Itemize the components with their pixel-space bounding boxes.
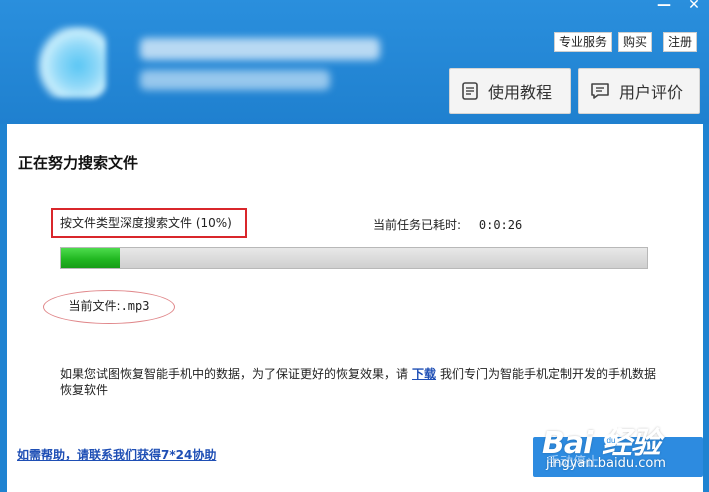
comment-icon <box>591 83 609 99</box>
download-link[interactable]: 下载 <box>412 367 436 381</box>
close-button[interactable]: ✕ <box>680 0 708 14</box>
page-title: 正在努力搜索文件 <box>18 154 139 172</box>
main-panel: 正在努力搜索文件 按文件类型深度搜索文件 (10%) 当前任务已耗时: 0:0:… <box>7 124 703 492</box>
elapsed-label: 当前任务已耗时: <box>373 218 462 232</box>
minimize-button[interactable]: — <box>650 0 678 14</box>
app-title-blurred <box>140 38 380 60</box>
tutorial-button-label: 使用教程 <box>488 83 553 102</box>
task-status: 按文件类型深度搜索文件 (10%) <box>51 208 247 238</box>
elapsed-time: 当前任务已耗时: 0:0:26 <box>373 216 522 233</box>
elapsed-value: 0:0:26 <box>478 218 523 232</box>
progress-fill <box>61 248 120 268</box>
notice-text: 如果您试图恢复智能手机中的数据，为了保证更好的恢复效果，请 下载 我们专门为智能手机… <box>60 366 660 398</box>
pro-service-link[interactable]: 专业服务 <box>554 32 613 52</box>
review-button[interactable]: 用户评价 <box>578 68 700 114</box>
current-file: 当前文件:.mp3 <box>43 290 175 324</box>
app-logo-blurred <box>36 26 106 98</box>
help-link[interactable]: 如需帮助，请联系我们获得7*24协助 <box>17 446 216 463</box>
notice-before: 如果您试图恢复智能手机中的数据，为了保证更好的恢复效果，请 <box>60 367 409 381</box>
review-button-label: 用户评价 <box>619 83 684 102</box>
current-file-name: .mp3 <box>120 299 150 313</box>
task-label: 按文件类型深度搜索文件 (10%) <box>60 216 232 230</box>
progress-bar <box>60 247 648 269</box>
stop-button[interactable]: 手动停止 <box>533 437 703 477</box>
register-link[interactable]: 注册 <box>663 32 698 52</box>
document-icon <box>462 82 478 100</box>
stop-button-label: 手动停止 <box>547 454 600 469</box>
app-subtitle-blurred <box>140 70 330 90</box>
current-file-label: 当前文件: <box>68 299 121 313</box>
tutorial-button[interactable]: 使用教程 <box>449 68 571 114</box>
buy-link[interactable]: 购买 <box>618 32 653 52</box>
title-bar: — ✕ 专业服务 购买 注册 使用教程 用户评价 <box>0 0 709 124</box>
